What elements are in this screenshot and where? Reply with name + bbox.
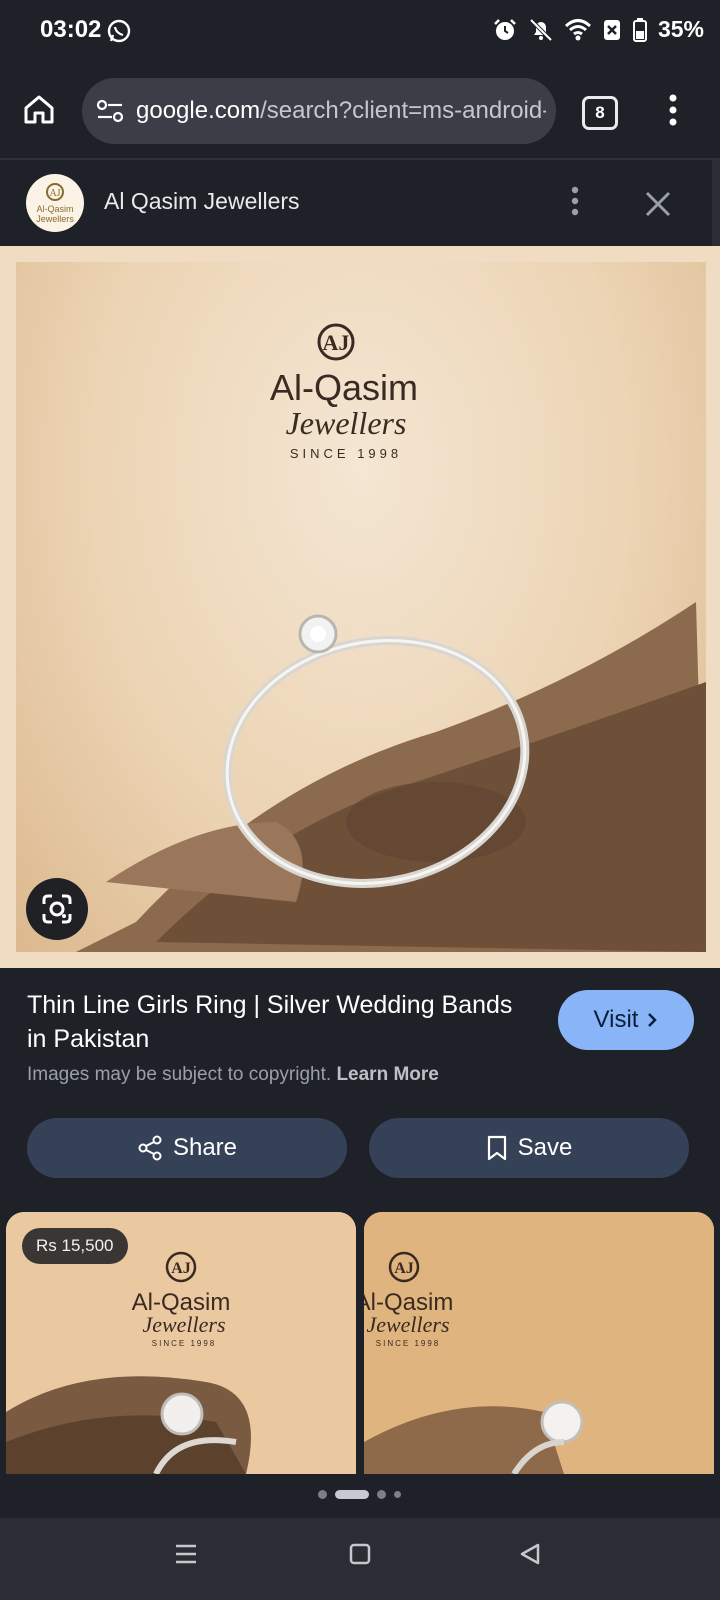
logo-line-3: SINCE 1998 [290, 446, 402, 461]
wifi-icon [564, 18, 591, 40]
logo-line-1: Al-Qasim [270, 367, 418, 408]
sim-off-icon [603, 19, 620, 40]
logo-line-3: SINCE 1998 [376, 1339, 440, 1348]
page-dot [318, 1490, 327, 1499]
save-button[interactable]: Save [369, 1118, 689, 1178]
source-header: AJ Al-Qasim Jewellers Al Qasim Jewellers [0, 160, 712, 246]
logo-text: Al-Qasim [36, 204, 73, 214]
recents-icon[interactable] [174, 1542, 198, 1566]
bookmark-icon [487, 1135, 506, 1161]
svg-text:AJ: AJ [171, 1260, 191, 1277]
system-navigation-bar [0, 1518, 720, 1600]
url-text: google.com/search?client=ms-android- [136, 97, 546, 125]
browser-toolbar: google.com/search?client=ms-android- 8 [0, 64, 720, 160]
chevron-right-icon [648, 1013, 658, 1027]
url-domain: google.com [136, 97, 261, 124]
clock: 03:02 [40, 16, 102, 43]
lens-icon [42, 894, 72, 924]
share-button[interactable]: Share [27, 1118, 347, 1178]
google-lens-button[interactable] [26, 878, 88, 940]
related-photo: AJ Al-Qasim Jewellers SINCE 1998 [364, 1212, 714, 1474]
notifications-off-icon [529, 18, 553, 41]
page-dot-active [335, 1490, 369, 1499]
site-logo: AJ Al-Qasim Jewellers [26, 174, 84, 232]
battery-level: 35% [657, 16, 704, 42]
result-image[interactable]: AJ Al-Qasim Jewellers SINCE 1998 [0, 246, 720, 968]
page-dot [377, 1490, 386, 1499]
carousel-indicator [318, 1490, 401, 1499]
address-bar[interactable]: google.com/search?client=ms-android- [82, 78, 556, 144]
close-icon[interactable] [644, 190, 672, 218]
copyright-notice: Images may be subject to copyright. Lear… [27, 1064, 439, 1086]
copyright-text: Images may be subject to copyright. [27, 1064, 332, 1085]
logo-line-2: Jewellers [286, 405, 407, 441]
logo-line-2: Jewellers [366, 1312, 449, 1337]
site-name[interactable]: Al Qasim Jewellers [104, 188, 300, 215]
logo-text-2: Jewellers [36, 214, 74, 224]
more-options-icon[interactable] [570, 186, 580, 216]
scrollbar[interactable] [712, 160, 720, 246]
learn-more-link[interactable]: Learn More [336, 1064, 438, 1085]
logo-line-3: SINCE 1998 [152, 1339, 216, 1348]
battery-icon [632, 17, 647, 42]
related-image[interactable]: AJ Al-Qasim Jewellers SINCE 1998 Rs 15,5… [6, 1212, 356, 1474]
share-label: Share [172, 1134, 238, 1161]
more-options-icon[interactable] [668, 94, 678, 126]
home-button-icon[interactable] [348, 1542, 372, 1566]
url-path: /search?client=ms-android- [260, 97, 546, 124]
ring-photo: AJ Al-Qasim Jewellers SINCE 1998 [76, 323, 706, 952]
visit-label: Visit [593, 1006, 639, 1033]
visit-button[interactable]: Visit [558, 990, 694, 1050]
alarm-icon [494, 18, 516, 40]
page-dot [394, 1491, 401, 1498]
status-bar: 03:02 35% [0, 0, 720, 64]
result-title[interactable]: Thin Line Girls Ring | Silver Wedding Ba… [27, 988, 527, 1056]
save-label: Save [517, 1134, 573, 1161]
home-icon[interactable] [22, 92, 56, 126]
related-image[interactable]: AJ Al-Qasim Jewellers SINCE 1998 [364, 1212, 714, 1474]
site-settings-icon[interactable] [96, 99, 124, 123]
svg-text:AJ: AJ [394, 1260, 414, 1277]
tab-switcher-button[interactable]: 8 [582, 96, 618, 130]
svg-text:AJ: AJ [49, 188, 60, 199]
logo-monogram: AJ [323, 330, 350, 355]
logo-line-2: Jewellers [142, 1312, 225, 1337]
back-icon[interactable] [518, 1542, 542, 1566]
share-icon [138, 1135, 162, 1161]
price-badge: Rs 15,500 [22, 1228, 128, 1264]
whatsapp-icon [107, 19, 131, 43]
